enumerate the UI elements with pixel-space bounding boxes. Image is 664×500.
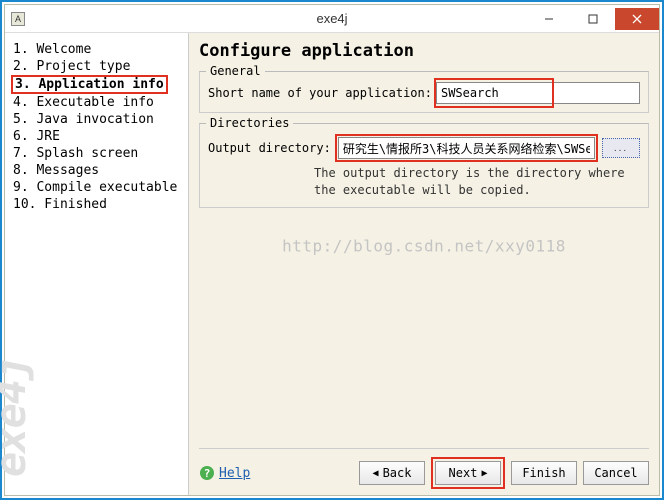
help-label: Help [219, 466, 250, 481]
arrow-right-icon: ▶ [481, 468, 487, 479]
output-dir-hint: The output directory is the directory wh… [314, 165, 640, 199]
highlight-annotation: Next ▶ [431, 457, 505, 489]
sidebar-item-1[interactable]: 2. Project type [11, 58, 182, 75]
sidebar-item-4[interactable]: 5. Java invocation [11, 111, 182, 128]
browse-button[interactable]: ... [602, 138, 640, 158]
button-bar: ? Help ◀ Back Next ▶ Finish Cancel [199, 448, 649, 489]
output-dir-input[interactable] [338, 137, 595, 159]
next-label: Next [449, 466, 478, 480]
sidebar-item-2[interactable]: 3. Application info [11, 75, 168, 94]
sidebar-item-3[interactable]: 4. Executable info [11, 94, 182, 111]
sidebar-item-6[interactable]: 7. Splash screen [11, 145, 182, 162]
window-title: exe4j [316, 11, 347, 26]
watermark-text: http://blog.csdn.net/xxy0118 [282, 236, 566, 255]
titlebar: A exe4j [5, 5, 659, 33]
sidebar-item-5[interactable]: 6. JRE [11, 128, 182, 145]
page-title: Configure application [199, 41, 649, 61]
arrow-left-icon: ◀ [373, 468, 379, 479]
directories-fieldset: Directories Output directory: ... The ou… [199, 123, 649, 208]
sidebar-logo: exe4j [0, 356, 35, 477]
help-icon: ? [199, 465, 215, 481]
sidebar: 1. Welcome2. Project type3. Application … [5, 33, 189, 495]
short-name-label: Short name of your application: [208, 86, 432, 100]
window-controls [527, 8, 659, 30]
svg-text:?: ? [204, 467, 211, 480]
content-area: 1. Welcome2. Project type3. Application … [5, 33, 659, 495]
window: A exe4j 1. Welcome2. Project type3. Appl… [4, 4, 660, 496]
next-button[interactable]: Next ▶ [435, 461, 501, 485]
general-fieldset: General Short name of your application: [199, 71, 649, 113]
back-button[interactable]: ◀ Back [359, 461, 425, 485]
close-button[interactable] [615, 8, 659, 30]
short-name-input[interactable] [436, 82, 640, 104]
output-dir-label: Output directory: [208, 141, 331, 155]
back-label: Back [383, 466, 412, 480]
sidebar-item-7[interactable]: 8. Messages [11, 162, 182, 179]
cancel-button[interactable]: Cancel [583, 461, 649, 485]
directories-legend: Directories [206, 116, 293, 130]
minimize-button[interactable] [527, 8, 571, 30]
sidebar-item-0[interactable]: 1. Welcome [11, 41, 182, 58]
main-panel: Configure application General Short name… [189, 33, 659, 495]
help-link[interactable]: ? Help [199, 465, 250, 481]
general-legend: General [206, 64, 265, 78]
sidebar-item-9[interactable]: 10. Finished [11, 196, 182, 213]
sidebar-item-8[interactable]: 9. Compile executable [11, 179, 182, 196]
finish-button[interactable]: Finish [511, 461, 577, 485]
app-icon: A [11, 12, 25, 26]
maximize-button[interactable] [571, 8, 615, 30]
